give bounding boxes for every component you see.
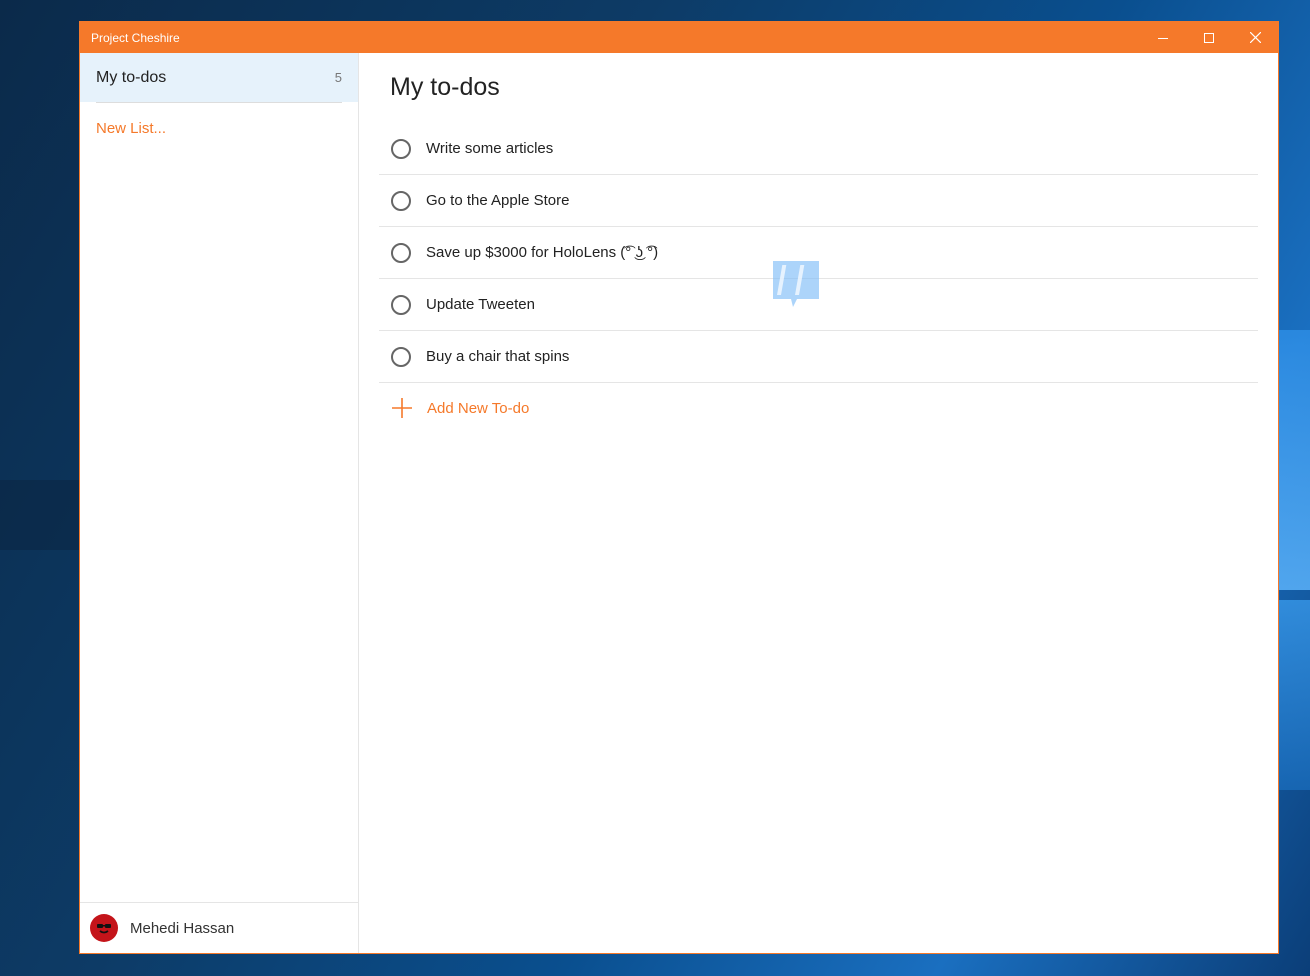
title-bar[interactable]: Project Cheshire [80, 22, 1278, 53]
user-face-icon [97, 924, 111, 934]
todo-item[interactable]: Go to the Apple Store [379, 175, 1258, 227]
user-account-bar[interactable]: Mehedi Hassan [80, 902, 358, 953]
app-title: Project Cheshire [91, 30, 180, 45]
list-name: My to-dos [96, 68, 167, 86]
close-icon [1249, 32, 1261, 43]
todo-checkbox[interactable] [391, 242, 411, 263]
add-todo-button[interactable]: Add New To-do [379, 383, 1258, 433]
wallpaper-shadow [0, 480, 79, 550]
main-content: My to-dos Write some articles Go to the … [359, 53, 1278, 953]
todo-text: Buy a chair that spins [426, 348, 570, 365]
todo-checkbox[interactable] [391, 294, 411, 315]
todo-checkbox[interactable] [391, 138, 411, 159]
todo-item[interactable]: Update Tweeten [379, 279, 1258, 331]
minimize-button[interactable] [1140, 22, 1186, 53]
sidebar: My to-dos 5 New List... Mehedi Hassan [80, 53, 359, 953]
list-count-badge: 5 [334, 70, 342, 85]
minimize-icon [1158, 37, 1168, 39]
todo-item[interactable]: Write some articles [379, 123, 1258, 175]
todo-checkbox[interactable] [391, 190, 411, 211]
add-todo-label: Add New To-do [427, 399, 530, 417]
page-title: My to-dos [390, 73, 500, 101]
plus-icon [392, 398, 412, 418]
todo-item[interactable]: Save up $3000 for HoloLens (͡° ͜ʖ ͡°) [379, 227, 1258, 279]
todo-text: Update Tweeten [426, 296, 535, 313]
close-button[interactable] [1232, 22, 1278, 53]
maximize-button[interactable] [1186, 22, 1232, 53]
avatar [90, 914, 118, 942]
todo-text: Save up $3000 for HoloLens (͡° ͜ʖ ͡°) [426, 244, 659, 261]
user-name: Mehedi Hassan [130, 919, 235, 937]
sidebar-list-my-todos[interactable]: My to-dos 5 [80, 53, 358, 102]
todo-checkbox[interactable] [391, 346, 411, 367]
todo-item[interactable]: Buy a chair that spins [379, 331, 1258, 383]
todo-text: Go to the Apple Store [426, 192, 570, 209]
todo-text: Write some articles [426, 140, 554, 157]
maximize-icon [1204, 32, 1214, 43]
window-controls [1140, 22, 1278, 53]
todo-list: Write some articles Go to the Apple Stor… [379, 123, 1258, 433]
new-list-link[interactable]: New List... [80, 103, 358, 154]
app-window: Project Cheshire My to-dos 5 New List... [79, 21, 1279, 954]
